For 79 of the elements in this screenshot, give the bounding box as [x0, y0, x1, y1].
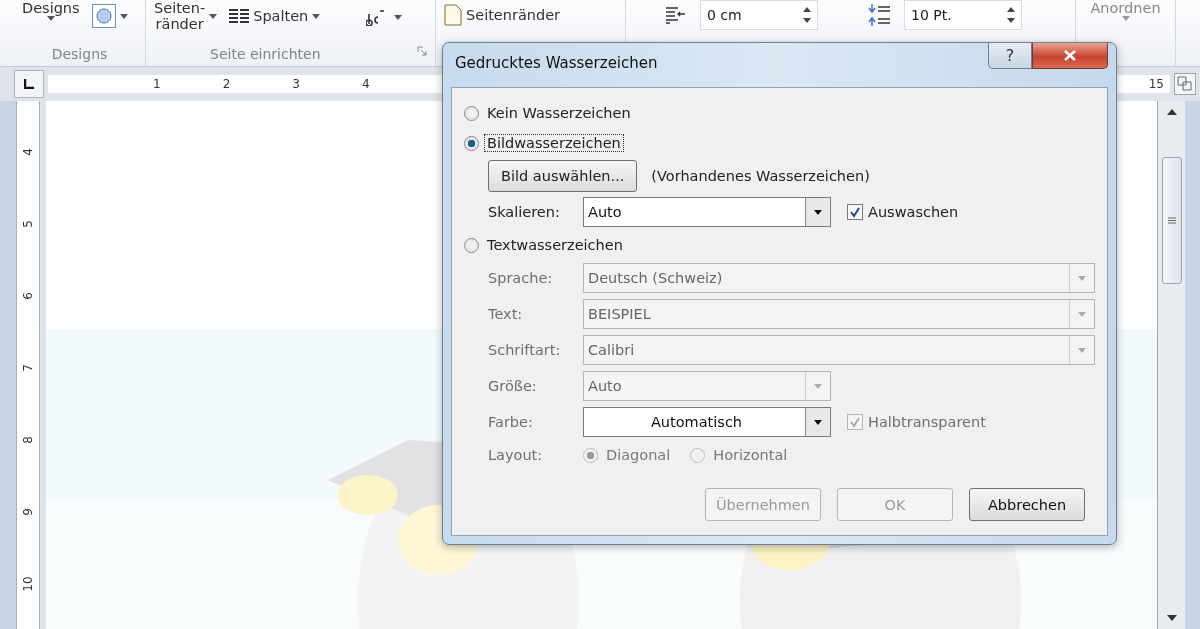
field-label: Größe: — [488, 378, 538, 394]
field-label: Farbe: — [488, 414, 534, 430]
page-icon — [444, 4, 462, 26]
ruler-number: 15 — [1148, 77, 1164, 91]
field-label: Skalieren: — [488, 204, 561, 220]
vertical-ruler[interactable]: 4 5 6 7 8 9 10 — [16, 101, 40, 629]
dropdown-arrow-icon — [814, 383, 822, 389]
field-label: Text: — [488, 306, 524, 322]
dropdown-arrow-icon — [394, 14, 403, 20]
spin-arrows-icon — [1007, 6, 1015, 24]
dropdown-arrow-icon — [814, 209, 822, 215]
arrange-button[interactable]: Anordnen — [1090, 0, 1161, 16]
ruler-number: 7 — [21, 364, 35, 372]
ruler-number: 8 — [21, 436, 35, 444]
option-label[interactable]: Horizontal — [711, 447, 790, 463]
radio-button[interactable] — [690, 447, 706, 463]
radio-button[interactable] — [583, 447, 598, 463]
option-label[interactable]: Bildwasserzeichen — [485, 135, 623, 151]
ruler-number: 5 — [21, 220, 35, 228]
ruler-number: 1 — [153, 77, 161, 91]
spacing-spinner[interactable]: 10 Pt. — [904, 0, 1022, 30]
designs-button[interactable]: Designs — [22, 0, 80, 16]
dropdown-arrow-icon — [1078, 347, 1086, 353]
dropdown-arrow-icon — [46, 16, 55, 21]
help-button[interactable]: ? — [988, 43, 1032, 69]
spacing-icon — [868, 4, 890, 26]
dropdown-arrow-icon — [119, 13, 128, 19]
radio-button[interactable] — [464, 105, 479, 121]
picture-status: (Vorhandenes Wasserzeichen) — [651, 168, 870, 184]
checkbox-label[interactable]: Auswaschen — [868, 204, 959, 220]
dropdown-arrow-icon — [814, 419, 822, 425]
dialog-button[interactable]: Abbrechen — [969, 488, 1085, 521]
page-borders-button[interactable]: Seitenränder — [444, 4, 617, 26]
dialog-launcher-icon[interactable] — [417, 46, 427, 56]
dropdown-arrow-icon — [1121, 16, 1130, 21]
dropdown-arrow-icon — [1078, 311, 1086, 317]
hyphenation-button[interactable] — [366, 8, 403, 26]
ruler-number: 4 — [361, 77, 370, 91]
scroll-thumb[interactable] — [1161, 156, 1182, 284]
scale-dropdown[interactable]: Auto — [583, 197, 831, 227]
colors-dropdown[interactable] — [91, 4, 128, 28]
tab-stop-icon — [24, 79, 34, 89]
ruler-number: 10 — [21, 576, 35, 592]
indent-icon — [666, 6, 686, 24]
checkbox[interactable] — [847, 204, 863, 220]
grip-icon — [1167, 216, 1176, 224]
group-label: Designs — [50, 46, 109, 62]
field-label: Schriftart: — [488, 342, 562, 358]
dropdown-arrow-icon — [1078, 275, 1086, 281]
group-label: Seite einrichten — [210, 46, 321, 62]
option-label[interactable]: Kein Wasserzeichen — [485, 105, 633, 121]
dropdown-arrow-icon — [312, 13, 321, 19]
scroll-down-icon[interactable] — [1166, 615, 1177, 621]
option-label[interactable]: Diagonal — [604, 447, 673, 463]
columns-button[interactable]: Spalten — [229, 8, 321, 24]
field-label: Layout: — [488, 447, 544, 463]
ruler-number: 6 — [21, 292, 35, 300]
columns-icon — [229, 8, 250, 24]
close-icon — [1064, 50, 1076, 61]
radio-button[interactable] — [464, 135, 479, 151]
select-picture-button[interactable]: Bild auswählen... — [488, 160, 638, 192]
scrollbar[interactable] — [1158, 101, 1185, 629]
tab-stop-selector[interactable] — [14, 70, 44, 98]
view-ruler-icon[interactable] — [1174, 73, 1196, 95]
spin-arrows-icon — [803, 6, 811, 24]
margins-button[interactable]: Seiten- ränder — [154, 0, 218, 32]
ruler-number: 9 — [21, 508, 35, 516]
close-button[interactable] — [1032, 43, 1108, 69]
circle-swatch-icon — [91, 4, 116, 28]
dropdown-arrow-icon — [209, 13, 218, 19]
ruler-number: 2 — [222, 77, 231, 91]
dialog-title: Gedrucktes Wasserzeichen — [455, 54, 658, 72]
scroll-up-icon[interactable] — [1166, 109, 1177, 115]
ruler-number: 4 — [21, 148, 35, 156]
ruler-number: 3 — [292, 77, 300, 91]
indent-spinner[interactable]: 0 cm — [700, 0, 818, 30]
option-label[interactable]: Textwasserzeichen — [485, 237, 625, 253]
radio-button[interactable] — [464, 237, 479, 253]
field-label: Sprache: — [488, 270, 554, 286]
